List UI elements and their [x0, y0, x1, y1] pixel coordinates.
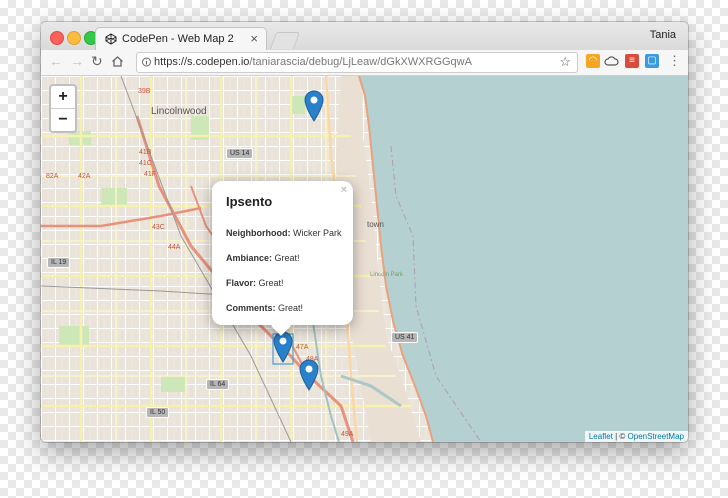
shield-il19: IL 19 — [47, 257, 71, 268]
map-label-lincolnwood: Lincolnwood — [151, 106, 207, 117]
zoom-out-button[interactable]: − — [51, 109, 75, 131]
info-icon[interactable] — [142, 57, 151, 67]
menu-icon[interactable]: ⋮ — [668, 53, 681, 69]
close-window-button[interactable] — [50, 31, 64, 45]
map-tiles — [41, 76, 688, 442]
leaflet-link[interactable]: Leaflet — [589, 432, 613, 441]
title-bar: CodePen - Web Map 2 × Tania — [41, 22, 688, 51]
exit-41c: 41C — [139, 160, 152, 167]
exit-47a: 47A — [296, 344, 309, 351]
neighborhood-label: Neighborhood: — [226, 228, 291, 238]
shield-il50: IL 50 — [146, 407, 170, 418]
map[interactable]: + − Lincolnwood Lincoln Park town US 14 … — [41, 76, 688, 442]
todoist-extension-icon[interactable]: ≡ — [625, 54, 639, 68]
codepen-icon — [105, 33, 117, 45]
shield-us41: US 41 — [391, 332, 419, 343]
tab-title: CodePen - Web Map 2 — [122, 33, 234, 45]
openstreetmap-link[interactable]: OpenStreetMap — [628, 432, 684, 441]
exit-41f: 41F — [144, 171, 157, 178]
flavor-label: Flavor: — [226, 278, 257, 288]
browser-window: CodePen - Web Map 2 × Tania ← → ↻ https:… — [41, 22, 688, 442]
address-bar[interactable]: https://s.codepen.io/taniarascia/debug/L… — [136, 52, 578, 73]
attribution-separator: | © — [612, 432, 628, 441]
browser-tab[interactable]: CodePen - Web Map 2 × — [95, 27, 267, 51]
map-label-town: town — [367, 220, 384, 229]
exit-42a: 42A — [78, 173, 91, 180]
screen-extension-icon[interactable]: ▢ — [645, 54, 659, 68]
comments-value: Great! — [278, 303, 304, 313]
new-tab-button[interactable] — [269, 32, 301, 49]
home-icon[interactable] — [111, 55, 124, 68]
comments-label: Comments: — [226, 303, 276, 313]
popup-ambiance: Ambiance: Great! — [226, 253, 300, 263]
minimize-window-button[interactable] — [67, 31, 81, 45]
shield-il64: IL 64 — [206, 379, 230, 390]
back-icon[interactable]: ← — [49, 53, 63, 69]
url-path: /taniarascia/debug/LjLeaw/dGkXWXRGGqwA — [249, 56, 472, 68]
zoom-control: + − — [49, 84, 77, 133]
tab-close-icon[interactable]: × — [250, 31, 258, 46]
popup-flavor: Flavor: Great! — [226, 278, 284, 288]
url-host: https://s.codepen.io — [154, 56, 250, 68]
exit-82a: 82A — [46, 173, 59, 180]
map-attribution: Leaflet | © OpenStreetMap — [584, 431, 688, 442]
ambiance-value: Great! — [274, 253, 300, 263]
rss-extension-icon[interactable]: ◠ — [586, 54, 600, 68]
user-name[interactable]: Tania — [650, 29, 676, 41]
reload-icon[interactable]: ↻ — [91, 53, 103, 70]
exit-39b: 39B — [138, 88, 151, 95]
flavor-value: Great! — [258, 278, 284, 288]
ambiance-label: Ambiance: — [226, 253, 273, 263]
browser-toolbar: ← → ↻ https://s.codepen.io/taniarascia/d… — [41, 50, 688, 76]
bookmark-star-icon[interactable]: ☆ — [559, 54, 571, 70]
popup-close-icon[interactable]: × — [341, 184, 347, 196]
url-text: https://s.codepen.io/taniarascia/debug/L… — [154, 56, 472, 68]
forward-icon[interactable]: → — [70, 53, 84, 69]
cloud-extension-icon[interactable] — [604, 55, 619, 67]
exit-43c: 43C — [152, 224, 165, 231]
popup-comments: Comments: Great! — [226, 303, 303, 313]
map-marker-selected[interactable] — [272, 331, 294, 365]
map-marker-1[interactable] — [304, 90, 324, 122]
neighborhood-value: Wicker Park — [293, 228, 342, 238]
map-marker-3[interactable] — [299, 359, 319, 391]
marker-popup: × Ipsento Neighborhood: Wicker Park Ambi… — [212, 181, 353, 336]
popup-title: Ipsento — [226, 194, 273, 209]
popup-neighborhood: Neighborhood: Wicker Park — [226, 228, 342, 238]
map-label-lincoln-park: Lincoln Park — [370, 272, 404, 278]
shield-us14: US 14 — [226, 148, 254, 159]
zoom-in-button[interactable]: + — [51, 86, 75, 109]
exit-49a: 49A — [341, 431, 354, 438]
exit-41b: 41B — [139, 149, 152, 156]
exit-44a: 44A — [168, 244, 181, 251]
